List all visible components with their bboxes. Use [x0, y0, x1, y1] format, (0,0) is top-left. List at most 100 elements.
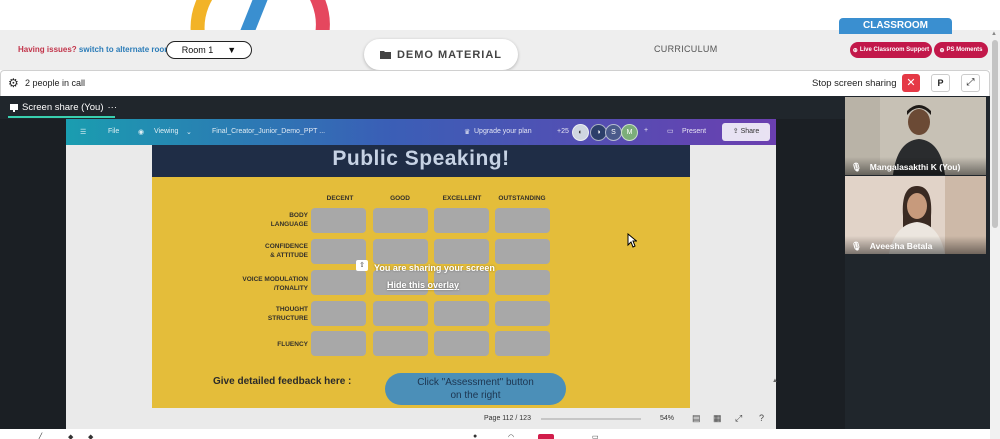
rubric-cell	[495, 270, 550, 295]
participant-tile[interactable]: 🎙 Mangalasakthi K (You)	[845, 97, 986, 175]
rubric-cell	[373, 331, 428, 356]
curriculum-tab[interactable]: CURRICULUM	[654, 44, 718, 54]
assessment-callout-line: Click "Assessment" button	[417, 377, 534, 388]
participant-name-bar: 🎙 Mangalasakthi K (You)	[845, 157, 986, 175]
bottom-toolbar	[0, 429, 990, 439]
stop-sharing-button[interactable]: ✕	[902, 74, 920, 92]
bottom-tool-icon[interactable]: ◆	[88, 433, 93, 439]
plus-icon: +	[644, 127, 649, 134]
live-support-label: Live Classroom Support	[859, 47, 930, 53]
rubric-cell	[434, 301, 489, 326]
collaborator-avatar: ◐	[572, 124, 589, 141]
upload-icon: ⇪	[732, 128, 739, 135]
help-icon: ?	[759, 413, 765, 423]
rubric-cell	[311, 301, 366, 326]
bottom-tool-icon[interactable]: ◠	[508, 433, 514, 439]
room-select[interactable]: Room 1 ▼	[166, 41, 252, 59]
issues-text: Having issues?	[18, 45, 77, 54]
rubric-row-label: VOICE MODULATION/TONALITY	[222, 275, 308, 293]
rubric-row-label-line: THOUGHT	[275, 306, 308, 313]
expand-icon: ⤢	[966, 77, 975, 88]
rubric-column-header: GOOD	[390, 195, 410, 202]
participant-tile[interactable]: 🎙 Aveesha Betala	[845, 176, 986, 254]
crown-icon: ♛	[464, 129, 471, 136]
rubric-row-label-line: BODY	[289, 212, 308, 219]
gear-icon[interactable]: ⚙	[8, 76, 19, 90]
canva-doc-name: Final_Creator_Junior_Demo_PPT ...	[212, 128, 326, 135]
ps-moments-label: PS Moments	[946, 47, 983, 53]
expand-button[interactable]: ⤢	[961, 74, 980, 92]
rubric-cell	[373, 239, 428, 264]
rubric-column-header: OUTSTANDING	[498, 195, 546, 202]
mouse-pointer-icon	[627, 233, 637, 248]
screen-share-tab-label: Screen share (You)	[22, 102, 104, 113]
stop-sharing-label: Stop screen sharing	[812, 78, 897, 89]
bottom-tool-icon[interactable]: ●	[473, 433, 477, 439]
demo-material-label: DEMO MATERIAL	[396, 48, 503, 61]
issues-notice: Having issues? switch to alternate room	[18, 45, 171, 54]
screen-share-icon: ⇧	[356, 260, 368, 271]
more-options-icon[interactable]: ···	[108, 102, 118, 113]
bottom-tool-icon[interactable]: ▭	[592, 433, 599, 439]
folder-icon	[379, 51, 391, 59]
rubric-cell	[311, 208, 366, 233]
people-count: 2 people in call	[25, 78, 86, 88]
room-select-value: Room 1	[181, 45, 214, 55]
microphone-icon: 🎙	[851, 162, 862, 172]
rubric-row-label-line: /TONALITY	[273, 285, 308, 292]
zoom-level: 54%	[660, 415, 675, 422]
participant-name-bar: 🎙 Aveesha Betala	[845, 236, 986, 254]
participant-name: Mangalasakthi K (You)	[869, 162, 961, 172]
scroll-up-arrow-icon[interactable]: ▲	[991, 31, 997, 37]
fullscreen-icon: ⤢	[735, 413, 743, 423]
slide-title: Public Speaking!	[332, 147, 510, 170]
ps-moments-button[interactable]: ⊕ PS Moments	[934, 42, 988, 58]
slide-scroll-indicator-icon: ▲	[772, 378, 778, 384]
screen-share-tab[interactable]: Screen share (You) ···	[10, 102, 117, 113]
canva-share-label: Share	[740, 128, 760, 135]
canva-upgrade-label: Upgrade your plan	[474, 128, 532, 135]
rubric-row-label-line: FLUENCY	[277, 341, 308, 348]
rubric-row-label: BODY LANGUAGE	[222, 211, 308, 229]
page-indicator: Page 112 / 123	[484, 415, 531, 422]
rubric-cell	[373, 208, 428, 233]
rubric-row-label: CONFIDENCE & ATTITUDE	[222, 242, 308, 260]
rubric-column-header: EXCELLENT	[442, 195, 482, 202]
rubric-cell	[434, 331, 489, 356]
rubric-cell	[373, 301, 428, 326]
rubric-cell	[495, 208, 550, 233]
rubric-cell	[434, 239, 489, 264]
scrollbar-thumb[interactable]	[992, 40, 998, 228]
bottom-tool-icon[interactable]: ◆	[68, 433, 73, 439]
switch-room-link[interactable]: switch to alternate room	[79, 45, 171, 54]
eye-icon: ◉	[138, 129, 145, 136]
rubric-row-label: FLUENCY	[222, 340, 308, 349]
classroom-tab[interactable]: CLASSROOM	[839, 18, 952, 34]
hide-overlay-link[interactable]: Hide this overlay	[387, 280, 459, 290]
assessment-callout-line: on the right	[450, 390, 501, 401]
rubric-row-label-line: STRUCTURE	[267, 315, 308, 322]
bottom-tool-icon[interactable]: ╱	[38, 433, 42, 439]
collaborator-avatar-s: S	[605, 124, 622, 141]
close-icon: ✕	[906, 77, 916, 89]
rubric-row-label: THOUGHT STRUCTURE	[222, 305, 308, 323]
rubric-row-label-line: CONFIDENCE	[265, 243, 308, 250]
rubric-cell	[495, 239, 550, 264]
moments-icon: ⊕	[939, 47, 945, 54]
participant-name: Aveesha Betala	[869, 241, 933, 251]
p-button[interactable]: P	[931, 74, 950, 92]
canva-share-button: ⇪ Share	[722, 123, 770, 141]
rubric-cell	[495, 331, 550, 356]
screen-share-icon	[10, 103, 18, 112]
demo-material-button[interactable]: DEMO MATERIAL	[364, 39, 518, 70]
rubric-column-header: DECENT	[326, 195, 354, 202]
present-icon: ▭	[667, 128, 674, 135]
rubric-cell	[311, 331, 366, 356]
rubric-cell	[434, 208, 489, 233]
canva-file-menu: File	[108, 128, 120, 135]
slide-assessment-callout: Click "Assessment" button on the right	[385, 373, 566, 405]
rubric-row-label-line: & ATTITUDE	[270, 252, 308, 259]
live-support-button[interactable]: ⊕ Live Classroom Support	[850, 42, 932, 58]
menu-icon: ☰	[80, 129, 87, 136]
bottom-tool-icon[interactable]	[538, 434, 554, 439]
